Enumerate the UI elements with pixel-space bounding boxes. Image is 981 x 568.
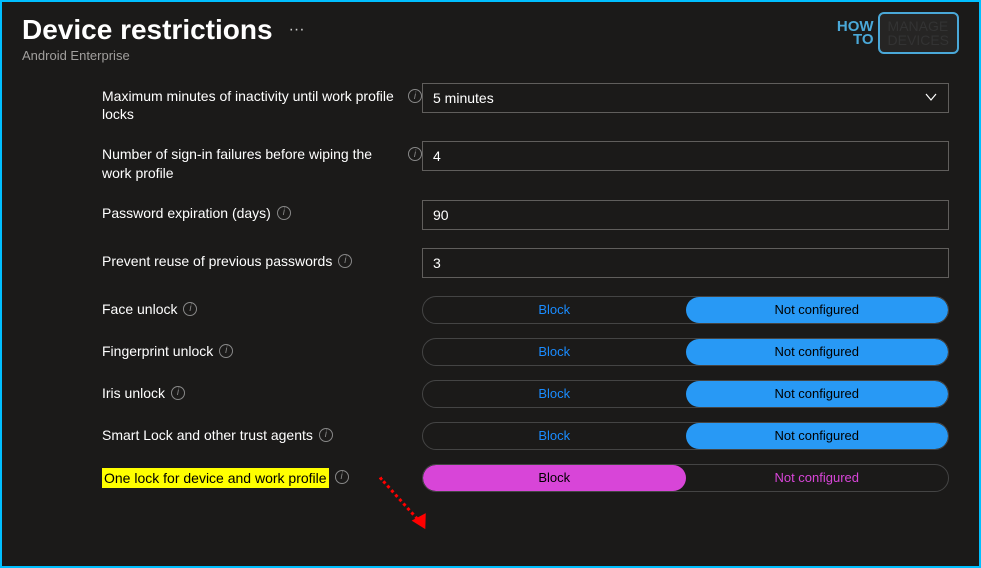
setting-iris-unlock: Iris unlock i Block Not configured bbox=[102, 380, 959, 408]
page-title: Device restrictions bbox=[22, 14, 273, 46]
toggle-not-configured[interactable]: Not configured bbox=[686, 381, 949, 407]
info-icon[interactable]: i bbox=[335, 470, 349, 484]
setting-password-expiration: Password expiration (days) i 90 bbox=[102, 200, 959, 230]
info-icon[interactable]: i bbox=[319, 428, 333, 442]
logo-text-devices: DEVICES bbox=[888, 33, 949, 47]
info-icon[interactable]: i bbox=[338, 254, 352, 268]
password-expiration-input[interactable]: 90 bbox=[422, 200, 949, 230]
select-value: 5 minutes bbox=[433, 90, 494, 106]
page-subtitle: Android Enterprise bbox=[22, 48, 959, 63]
info-icon[interactable]: i bbox=[171, 386, 185, 400]
logo-text-to: TO bbox=[853, 33, 874, 47]
setting-label: Fingerprint unlock bbox=[102, 342, 213, 360]
setting-label: Face unlock bbox=[102, 300, 177, 318]
toggle-block[interactable]: Block bbox=[423, 297, 686, 323]
setting-signin-failures: Number of sign-in failures before wiping… bbox=[102, 141, 959, 181]
chevron-down-icon bbox=[924, 90, 938, 107]
setting-one-lock: One lock for device and work profile i B… bbox=[102, 464, 959, 492]
input-value: 90 bbox=[433, 207, 449, 223]
settings-list: Maximum minutes of inactivity until work… bbox=[2, 65, 979, 492]
info-icon[interactable]: i bbox=[277, 206, 291, 220]
prevent-reuse-input[interactable]: 3 bbox=[422, 248, 949, 278]
info-icon[interactable]: i bbox=[408, 89, 422, 103]
setting-face-unlock: Face unlock i Block Not configured bbox=[102, 296, 959, 324]
setting-label: Prevent reuse of previous passwords bbox=[102, 252, 332, 270]
setting-label: Password expiration (days) bbox=[102, 204, 271, 222]
page-header: Device restrictions ··· Android Enterpri… bbox=[2, 2, 979, 65]
setting-prevent-reuse: Prevent reuse of previous passwords i 3 bbox=[102, 248, 959, 278]
setting-max-inactivity: Maximum minutes of inactivity until work… bbox=[102, 83, 959, 123]
toggle-block[interactable]: Block bbox=[423, 339, 686, 365]
toggle-not-configured[interactable]: Not configured bbox=[686, 339, 949, 365]
setting-label: Number of sign-in failures before wiping… bbox=[102, 145, 402, 181]
input-value: 4 bbox=[433, 148, 441, 164]
max-inactivity-select[interactable]: 5 minutes bbox=[422, 83, 949, 113]
setting-label-highlighted: One lock for device and work profile bbox=[102, 468, 329, 488]
setting-smart-lock: Smart Lock and other trust agents i Bloc… bbox=[102, 422, 959, 450]
setting-label: Maximum minutes of inactivity until work… bbox=[102, 87, 402, 123]
one-lock-toggle: Block Not configured bbox=[422, 464, 949, 492]
more-actions-button[interactable]: ··· bbox=[289, 21, 305, 39]
iris-unlock-toggle: Block Not configured bbox=[422, 380, 949, 408]
setting-label: Iris unlock bbox=[102, 384, 165, 402]
toggle-block[interactable]: Block bbox=[423, 381, 686, 407]
face-unlock-toggle: Block Not configured bbox=[422, 296, 949, 324]
toggle-not-configured[interactable]: Not configured bbox=[686, 423, 949, 449]
setting-fingerprint-unlock: Fingerprint unlock i Block Not configure… bbox=[102, 338, 959, 366]
signin-failures-input[interactable]: 4 bbox=[422, 141, 949, 171]
setting-label: Smart Lock and other trust agents bbox=[102, 426, 313, 444]
info-icon[interactable]: i bbox=[408, 147, 422, 161]
brand-logo: HOW TO MANAGE DEVICES bbox=[837, 12, 959, 54]
toggle-not-configured[interactable]: Not configured bbox=[686, 297, 949, 323]
info-icon[interactable]: i bbox=[219, 344, 233, 358]
fingerprint-unlock-toggle: Block Not configured bbox=[422, 338, 949, 366]
toggle-block[interactable]: Block bbox=[423, 465, 686, 491]
logo-text-manage: MANAGE bbox=[888, 19, 949, 33]
input-value: 3 bbox=[433, 255, 441, 271]
info-icon[interactable]: i bbox=[183, 302, 197, 316]
toggle-not-configured[interactable]: Not configured bbox=[686, 465, 949, 491]
toggle-block[interactable]: Block bbox=[423, 423, 686, 449]
smart-lock-toggle: Block Not configured bbox=[422, 422, 949, 450]
